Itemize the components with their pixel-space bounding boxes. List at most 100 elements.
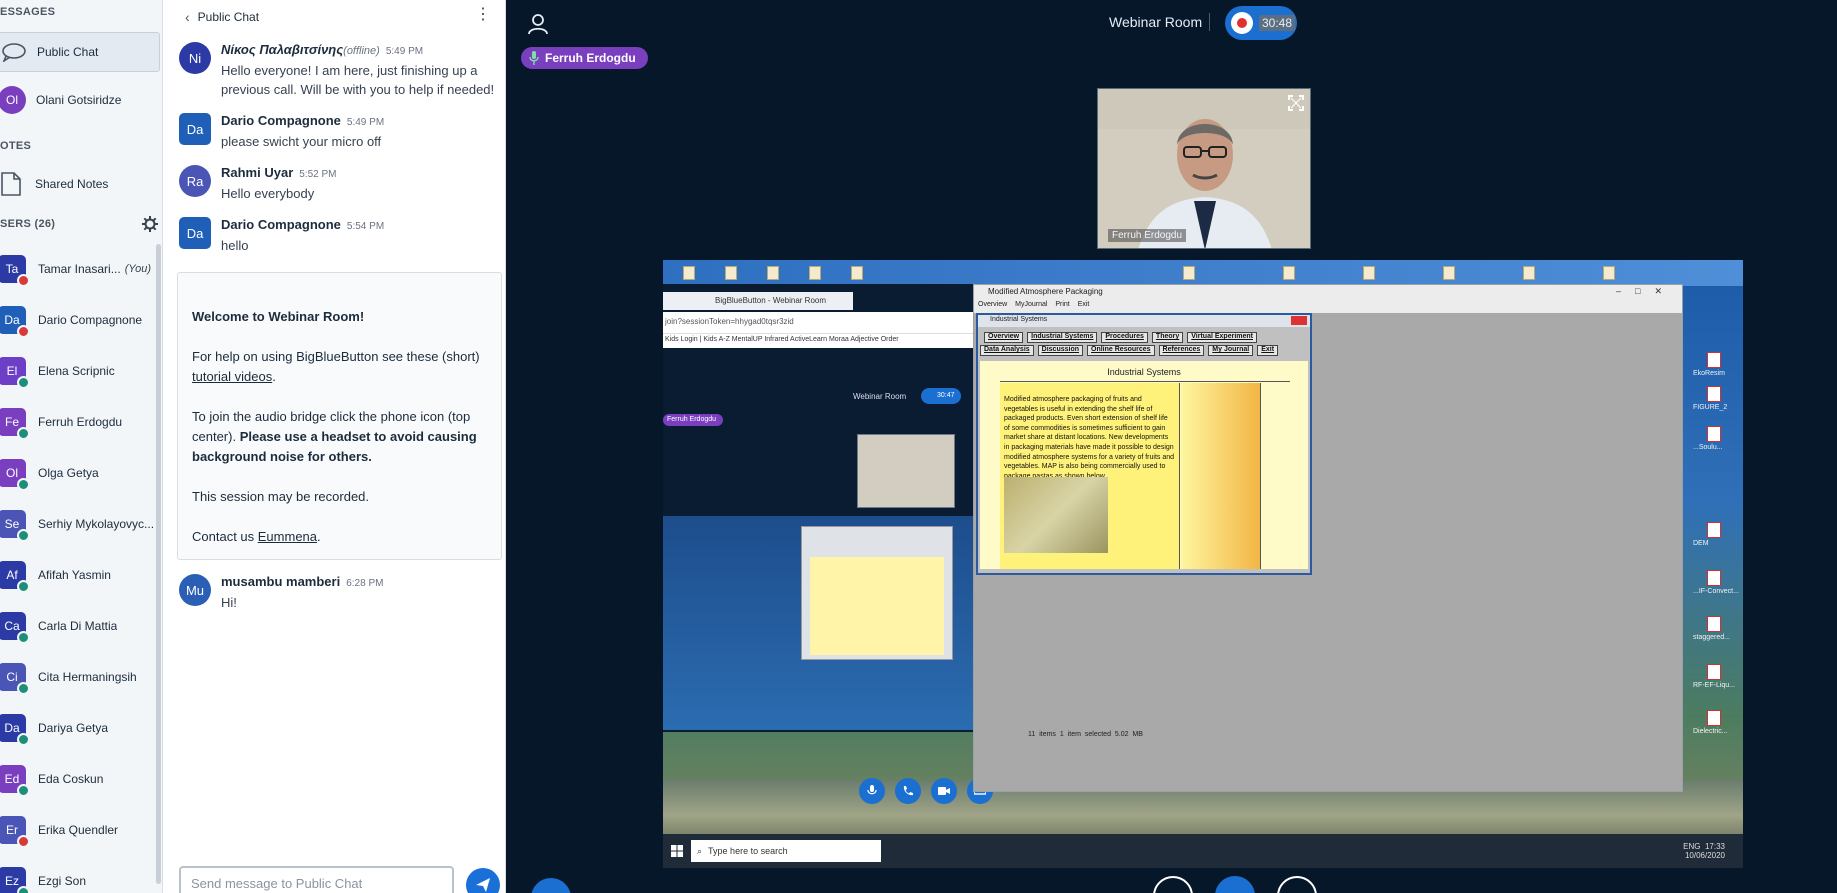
message-time: 6:28 PM [346, 578, 384, 589]
nav-button: My Journal [1208, 345, 1254, 356]
message-time: 5:49 PM [346, 117, 385, 128]
fullscreen-icon[interactable] [1288, 95, 1304, 111]
send-button[interactable] [466, 868, 500, 893]
user-list-item[interactable]: Ez Ezgi Son [0, 856, 158, 893]
desktop-icon-row [663, 260, 1743, 286]
nested-talker: Ferruh Erdogdu [663, 414, 723, 426]
desktop-file-icon [1363, 266, 1375, 280]
tray-date: 10/06/2020 [1684, 851, 1725, 860]
talker-name: Ferruh Erdogdu [545, 51, 636, 65]
nav-button: References [1158, 345, 1205, 356]
avatar: Ni [179, 42, 211, 74]
user-list-item[interactable]: Er Erika Quendler [0, 805, 158, 855]
user-status-icon [17, 274, 30, 287]
mute-button[interactable] [1153, 876, 1193, 893]
audio-button[interactable] [1215, 876, 1255, 893]
user-name: Elena Scripnic [38, 364, 115, 378]
user-status-icon [17, 631, 30, 644]
avatar: Ol [0, 459, 30, 491]
more-options-icon[interactable]: ⋮ [475, 4, 491, 24]
tutorial-videos-link[interactable]: tutorial videos [192, 369, 272, 384]
user-name: Afifah Yasmin [38, 568, 111, 582]
desktop-file-icon [1603, 266, 1615, 280]
avatar: Ca [0, 612, 30, 644]
user-list-item[interactable]: Ol Olga Getya [0, 448, 158, 498]
pdf-file-icon [1707, 352, 1721, 368]
chat-message: Mu musambu mamberi 6:28 PM Hi! [179, 574, 499, 612]
message-text: hello [221, 238, 249, 253]
desktop-file-icon [1283, 266, 1295, 280]
user-status-icon [17, 784, 30, 797]
user-list-item[interactable]: Ci Cita Hermaningsih [0, 652, 158, 702]
video-button[interactable] [1277, 876, 1317, 893]
screen-share[interactable]: BigBlueButton - Webinar Room join?sessio… [663, 260, 1743, 868]
nav-button: Data Analysis [980, 345, 1034, 356]
microphone-icon [529, 51, 539, 65]
user-list-item[interactable]: El Elena Scripnic [0, 346, 158, 396]
user-list-item[interactable]: Ca Carla Di Mattia [0, 601, 158, 651]
file-label: EkoResim [1693, 370, 1725, 377]
chat-header[interactable]: ‹ Public Chat [185, 6, 259, 28]
bookmarks-bar: Kids Login | Kids A-Z MentalUP Infrared … [663, 334, 979, 348]
room-title: Webinar Room [1109, 14, 1203, 30]
pdf-file-icon [1707, 522, 1721, 538]
industrial-systems-app: Industrial Systems Overview Industrial S… [976, 313, 1312, 575]
desktop-file-icon [1183, 266, 1195, 280]
close-icon [1291, 316, 1307, 325]
decorative-gradient [1181, 383, 1261, 569]
gear-icon[interactable] [142, 216, 158, 232]
user-list-item[interactable]: Af Afifah Yasmin [0, 550, 158, 600]
recording-indicator[interactable]: 30:48 [1225, 6, 1297, 40]
actions-button[interactable] [531, 878, 571, 893]
message-author: musambu mamberi 6:28 PM [221, 574, 384, 589]
user-name: Ezgi Son [38, 874, 87, 888]
notes-section-title: OTES [0, 140, 32, 152]
welcome-audio: To join the audio bridge click the phone… [192, 409, 477, 464]
nav-button: Theory [1151, 332, 1184, 343]
user-list-item[interactable]: Se Serhiy Mykolayovyc... [0, 499, 158, 549]
file-label: FIGURE_2 [1693, 404, 1728, 411]
user-list-item[interactable]: Da Dariya Getya [0, 703, 158, 753]
nested-screen-share [663, 516, 979, 730]
shared-notes-item[interactable]: Shared Notes [0, 165, 108, 203]
desktop-file-column: EkoResim FIGURE_2 ...Soulu... DEM ...IF-… [1685, 286, 1743, 786]
user-list-scrollbar[interactable] [156, 244, 161, 884]
user-list-item[interactable]: Da Dario Compagnone [0, 295, 158, 345]
file-label: ...IF-Convect... [1693, 588, 1739, 595]
user-list-item[interactable]: Ta Tamar Inasari... (You) [0, 244, 158, 294]
chat-title: Public Chat [197, 10, 260, 24]
users-section-title: SERS (26) [0, 218, 56, 230]
avatar: Ta [0, 255, 30, 287]
user-name: Carla Di Mattia [38, 619, 118, 633]
avatar: Se [0, 510, 30, 542]
eummena-link[interactable]: Eummena [258, 529, 317, 544]
record-icon [1231, 12, 1253, 34]
user-list-item[interactable]: Ed Eda Coskun [0, 754, 158, 804]
pdf-file-icon [1707, 710, 1721, 726]
user-name: Olga Getya [38, 466, 99, 480]
chat-message: Ni Νίκος Παλαβιτσίνης(offline) 5:49 PM He… [179, 42, 499, 99]
file-label: staggered... [1693, 634, 1730, 641]
microphone-button [859, 778, 885, 804]
file-label: DEM [1693, 540, 1709, 547]
user-name: Dario Compagnone [38, 313, 143, 327]
phone-button [895, 778, 921, 804]
desktop-file-icon [1523, 266, 1535, 280]
welcome-message: Welcome to Webinar Room! For help on usi… [177, 272, 502, 560]
chevron-left-icon[interactable]: ‹ [185, 9, 190, 25]
user-list-item[interactable]: Fe Ferruh Erdogdu [0, 397, 158, 447]
content-page: Industrial Systems Modified atmosphere p… [980, 361, 1308, 569]
chat-message: Ra Rahmi Uyar 5:52 PM Hello everybody [179, 165, 499, 203]
public-chat-item[interactable]: Public Chat [0, 32, 160, 72]
nested-webcam [857, 434, 955, 508]
explorer-status-bar: 11 items 1 item selected 5.02 MB [1028, 731, 1143, 738]
chat-message-input[interactable]: Send message to Public Chat [179, 866, 454, 893]
avatar: El [0, 357, 30, 389]
participant-video-image [1098, 89, 1310, 248]
avatar: Fe [0, 408, 30, 440]
private-chat-item[interactable]: Ol Olani Gotsiridze [0, 81, 121, 119]
nested-browser-capture: BigBlueButton - Webinar Room join?sessio… [663, 284, 993, 804]
webcam-video[interactable]: Ferruh Erdogdu [1097, 88, 1311, 249]
user-icon[interactable] [527, 13, 549, 35]
avatar: Af [0, 561, 30, 593]
